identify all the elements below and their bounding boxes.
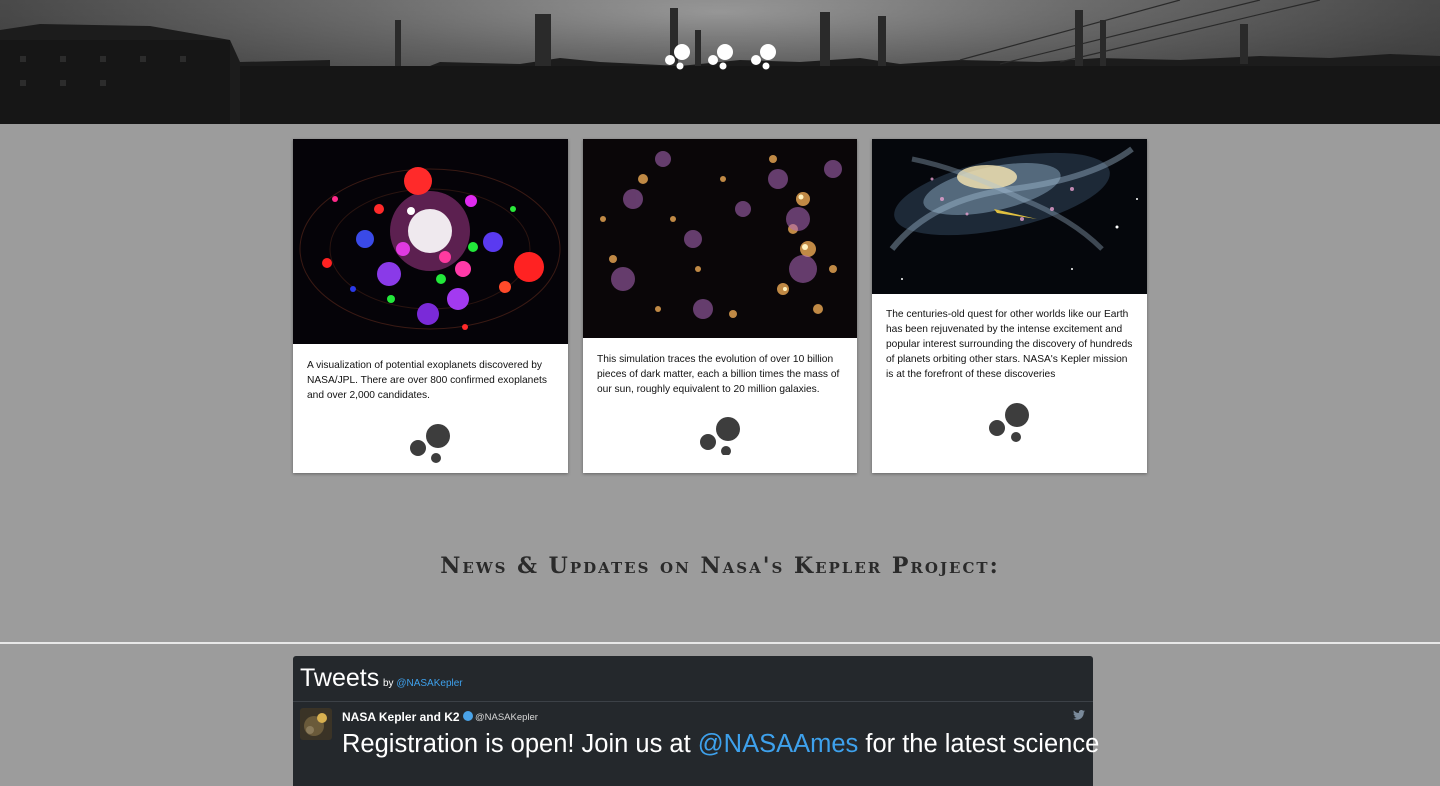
header-banner xyxy=(0,0,1440,124)
avatar[interactable] xyxy=(300,708,332,740)
tweets-byline: by @NASAKepler xyxy=(383,678,463,689)
tweets-by-label: by xyxy=(383,678,394,689)
card-description: The centuries-old quest for other worlds… xyxy=(886,309,1133,380)
twitter-timeline-widget: Tweets by @NASAKepler NASA Kepler and K2… xyxy=(293,656,1099,786)
verified-badge-icon xyxy=(463,711,473,721)
tweet-text-start: Registration is open! Join us at xyxy=(342,730,698,758)
tweet-author-handle[interactable]: @NASAKepler xyxy=(475,712,538,723)
tweet-text-end: for the latest science xyxy=(858,730,1100,758)
bubbles-icon[interactable] xyxy=(409,423,453,463)
bubbles-logo-icon xyxy=(665,44,776,70)
tweets-title[interactable]: Tweets xyxy=(300,664,379,693)
exoplanet-visualization-image xyxy=(293,139,568,344)
card-description: This simulation traces the evolution of … xyxy=(597,354,840,395)
tweet-mention-link[interactable]: @NASAAmes xyxy=(698,730,859,758)
bubbles-icon[interactable] xyxy=(699,415,743,455)
tweet-text: Registration is open! Join us at @NASAAm… xyxy=(342,728,1099,760)
site-logo[interactable] xyxy=(0,34,1440,74)
news-section-title: News & Updates on Nasa's Kepler Project: xyxy=(440,553,1000,579)
card-dark-matter[interactable]: This simulation traces the evolution of … xyxy=(583,139,857,473)
section-divider xyxy=(0,642,1440,644)
dark-matter-simulation-image xyxy=(583,139,857,338)
tweet-author-name[interactable]: NASA Kepler and K2 xyxy=(342,710,460,724)
card-kepler-mission[interactable]: The centuries-old quest for other worlds… xyxy=(872,139,1147,473)
tweets-header: Tweets by @NASAKepler xyxy=(293,656,1093,702)
bubbles-icon[interactable] xyxy=(988,401,1032,443)
tweets-handle-link[interactable]: @NASAKepler xyxy=(396,678,462,689)
card-description: A visualization of potential exoplanets … xyxy=(307,360,547,401)
spiral-galaxy-image xyxy=(872,139,1147,294)
card-exoplanets[interactable]: A visualization of potential exoplanets … xyxy=(293,139,568,473)
twitter-bird-icon[interactable] xyxy=(1073,710,1085,720)
